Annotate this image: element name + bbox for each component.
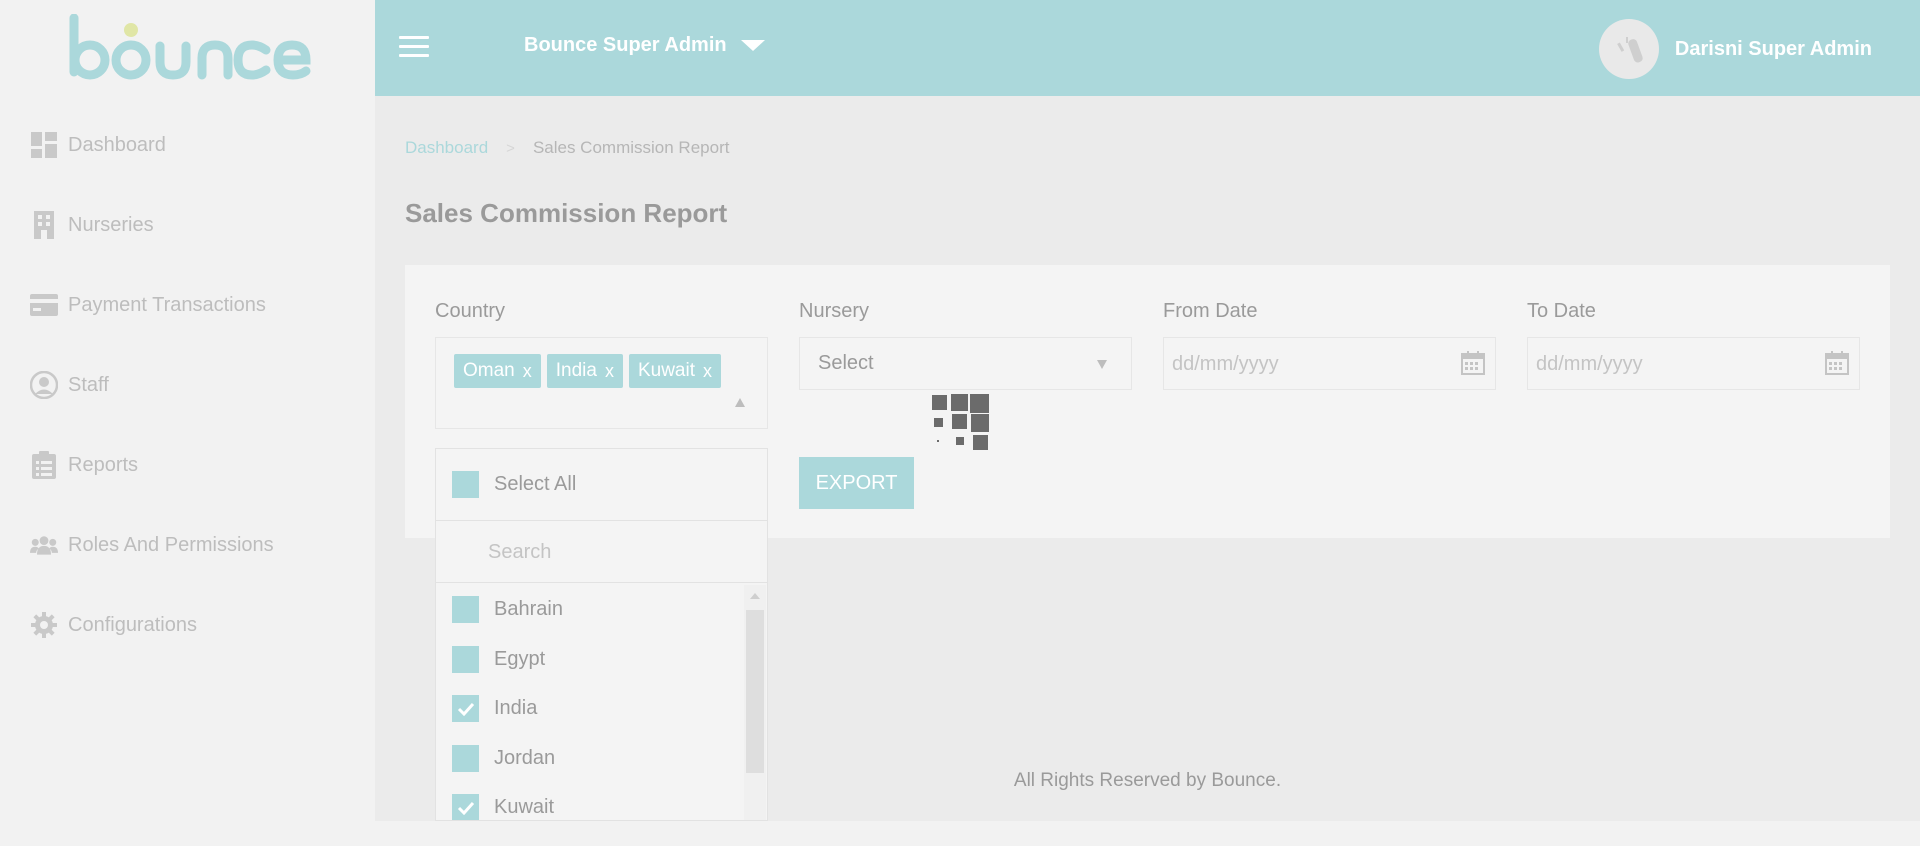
dropdown-scrollbar[interactable] — [744, 585, 766, 820]
sidebar-item-payment-transactions[interactable]: Payment Transactions — [0, 265, 375, 345]
checkbox[interactable] — [452, 645, 479, 673]
building-icon — [30, 211, 58, 239]
nursery-label: Nursery — [799, 300, 870, 322]
from-date-label: From Date — [1163, 300, 1258, 322]
sidebar-item-nurseries[interactable]: Nurseries — [0, 185, 375, 265]
calendar-icon[interactable] — [1461, 351, 1485, 375]
breadcrumb-separator: > — [506, 139, 515, 157]
bounce-logo[interactable] — [66, 14, 311, 84]
option-label: Kuwait — [494, 796, 555, 819]
nursery-select[interactable]: Select — [799, 337, 1132, 390]
checkbox[interactable] — [452, 744, 479, 772]
sidebar-item-label: Reports — [68, 453, 139, 476]
to-date-field[interactable] — [1527, 337, 1860, 390]
option-label: Jordan — [494, 746, 556, 769]
loading-spinner-icon — [932, 394, 989, 450]
scroll-up-arrow-icon[interactable] — [750, 593, 760, 599]
country-option[interactable]: Bahrain — [436, 585, 745, 635]
sidebar-item-configurations[interactable]: Configurations — [0, 585, 375, 665]
chip-label: Kuwait — [637, 360, 695, 381]
selected-country-chips: Oman x India x Kuwait x — [454, 354, 721, 388]
clipboard-icon — [30, 451, 58, 479]
admin-switch-dropdown[interactable]: Bounce Super Admin — [524, 34, 765, 57]
country-chip[interactable]: India x — [546, 354, 623, 388]
export-button[interactable]: EXPORT — [799, 457, 914, 509]
caret-down-icon — [740, 40, 765, 51]
option-label: India — [494, 697, 538, 720]
nursery-select-value: Select — [818, 352, 874, 374]
sidebar-item-staff[interactable]: Staff — [0, 345, 375, 425]
chip-label: India — [555, 360, 597, 381]
from-date-field[interactable] — [1163, 337, 1496, 390]
country-chip[interactable]: Oman x — [454, 354, 541, 388]
country-options-list: Bahrain Egypt India Jordan Kuwait — [436, 585, 745, 820]
to-date-label: To Date — [1527, 300, 1596, 322]
checkbox-checked[interactable] — [452, 695, 479, 723]
dashboard-icon — [30, 131, 58, 159]
sidebar-item-label: Dashboard — [68, 133, 166, 156]
checkbox[interactable] — [452, 471, 479, 498]
country-dropdown-panel: Select All Bahrain Egypt India Jordan Ku… — [435, 448, 768, 821]
page-title: Sales Commission Report — [405, 198, 728, 228]
user-name: Darisni Super Admin — [1674, 37, 1872, 60]
user-circle-icon — [30, 371, 58, 399]
select-all-option[interactable]: Select All — [436, 449, 767, 521]
country-multiselect[interactable]: Oman x India x Kuwait x — [435, 337, 768, 429]
country-option[interactable]: Egypt — [436, 635, 745, 685]
sidebar-item-label: Configurations — [68, 613, 197, 636]
from-date-input[interactable] — [1172, 348, 1432, 380]
breadcrumb-dashboard-link[interactable]: Dashboard — [405, 138, 488, 158]
hamburger-menu-icon[interactable] — [399, 36, 429, 60]
sidebar-item-reports[interactable]: Reports — [0, 425, 375, 505]
checkmark-icon — [457, 801, 474, 815]
sidebar-item-label: Payment Transactions — [68, 293, 266, 316]
caret-up-icon[interactable] — [735, 398, 745, 407]
bottom-strip — [375, 821, 1920, 846]
breadcrumb-current: Sales Commission Report — [532, 138, 730, 157]
country-option[interactable]: Jordan — [436, 734, 745, 784]
users-group-icon — [30, 531, 58, 559]
caret-down-icon — [1097, 360, 1107, 369]
country-label: Country — [435, 300, 506, 322]
avatar — [1598, 19, 1659, 79]
gear-icon — [30, 611, 58, 639]
scrollbar-thumb[interactable] — [746, 610, 764, 773]
chip-remove-icon[interactable]: x — [523, 361, 532, 382]
checkmark-icon — [457, 702, 474, 716]
admin-switch-label: Bounce Super Admin — [524, 34, 727, 56]
option-label: Egypt — [494, 647, 546, 670]
user-menu[interactable]: Darisni Super Admin — [1598, 19, 1872, 79]
checkbox-checked[interactable] — [452, 794, 479, 820]
search-input[interactable] — [488, 537, 748, 567]
select-all-label: Select All — [494, 473, 577, 495]
sidebar-item-label: Roles And Permissions — [68, 533, 274, 556]
sidebar-item-roles-and-permissions[interactable]: Roles And Permissions — [0, 505, 375, 585]
sidebar-item-label: Nurseries — [68, 213, 154, 236]
credit-card-icon — [30, 291, 58, 319]
sidebar: Dashboard Nurseries Payment Transactions… — [0, 0, 375, 846]
calendar-icon[interactable] — [1825, 351, 1849, 375]
country-chip[interactable]: Kuwait x — [628, 354, 721, 388]
chip-remove-icon[interactable]: x — [605, 361, 614, 382]
sidebar-item-label: Staff — [68, 373, 109, 396]
country-option[interactable]: India — [436, 684, 745, 734]
sidebar-nav: Dashboard Nurseries Payment Transactions… — [0, 105, 375, 665]
checkbox[interactable] — [452, 596, 479, 624]
to-date-input[interactable] — [1536, 348, 1796, 380]
top-header: Bounce Super Admin Darisni Super Admin — [375, 0, 1920, 96]
dropdown-search — [436, 521, 767, 583]
chip-remove-icon[interactable]: x — [703, 361, 712, 382]
breadcrumb: Dashboard > Sales Commission Report — [405, 138, 729, 158]
country-option[interactable]: Kuwait — [436, 783, 745, 820]
option-label: Bahrain — [494, 598, 563, 621]
chip-label: Oman — [463, 360, 515, 381]
sidebar-item-dashboard[interactable]: Dashboard — [0, 105, 375, 185]
